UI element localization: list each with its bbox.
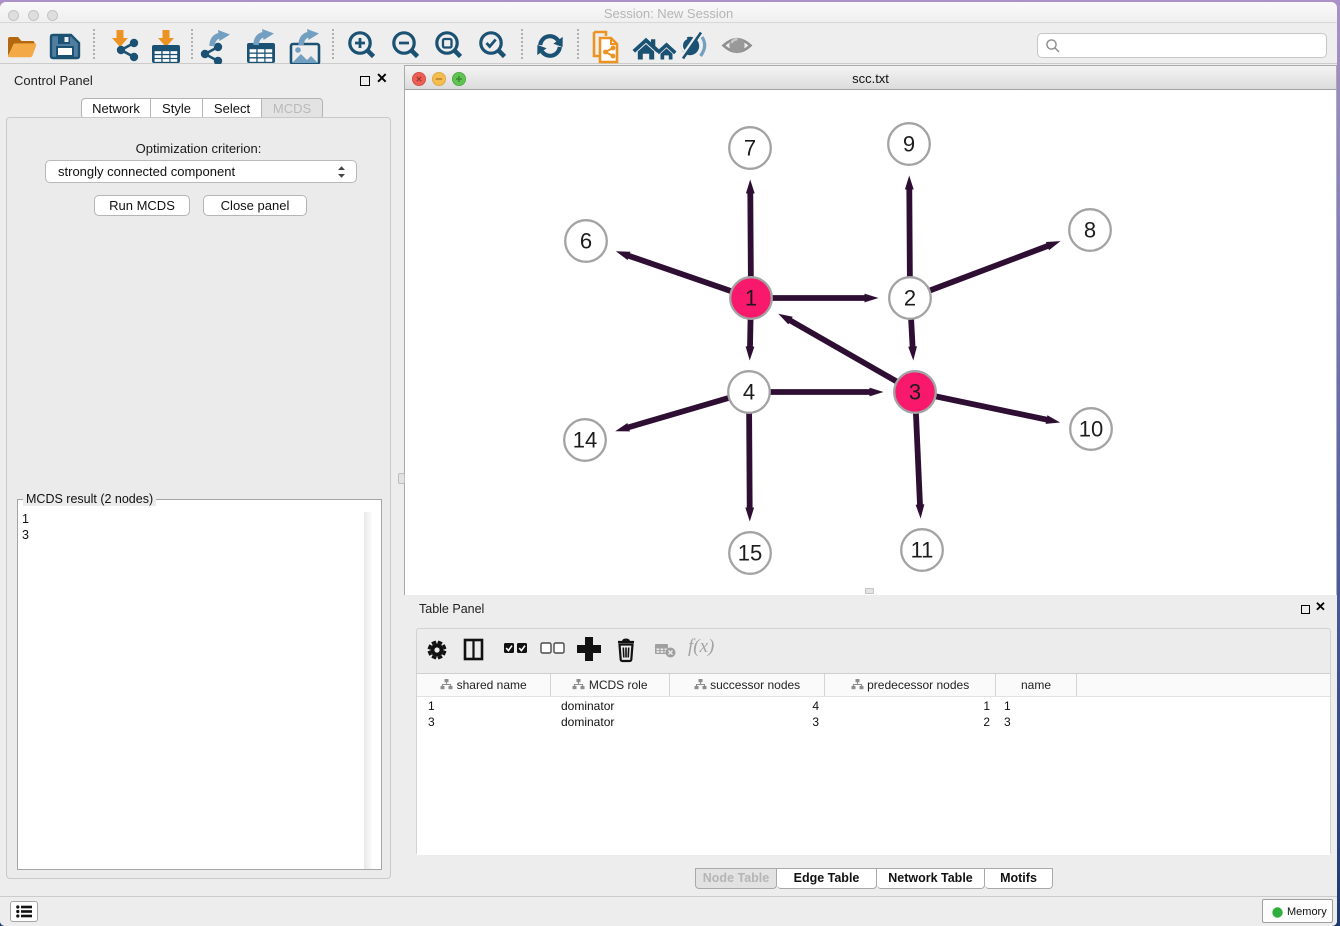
svg-text:9: 9	[903, 132, 915, 157]
svg-text:1: 1	[745, 286, 757, 311]
svg-text:4: 4	[743, 380, 755, 405]
svg-text:14: 14	[573, 428, 597, 453]
svg-text:15: 15	[738, 541, 762, 566]
svg-text:6: 6	[580, 229, 592, 254]
svg-text:2: 2	[904, 286, 916, 311]
svg-text:7: 7	[744, 136, 756, 161]
svg-text:10: 10	[1079, 417, 1103, 442]
svg-text:8: 8	[1084, 218, 1096, 243]
svg-text:11: 11	[911, 538, 934, 563]
svg-text:3: 3	[909, 380, 921, 405]
